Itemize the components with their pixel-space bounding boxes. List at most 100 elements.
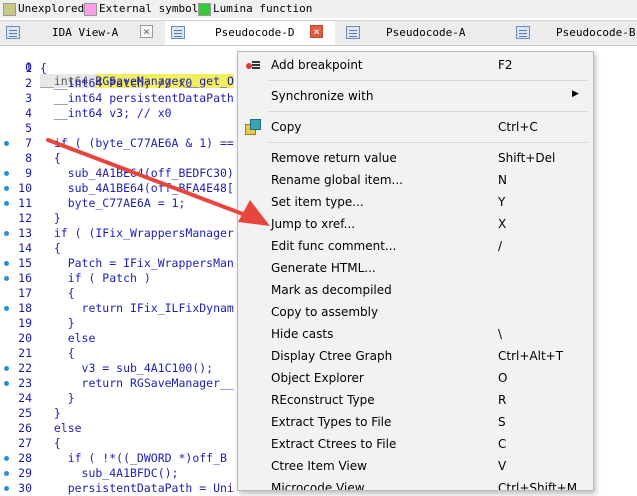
- code-text: return RGSaveManager__: [40, 376, 234, 390]
- line-number: 3: [25, 91, 32, 105]
- tab-pseudocode-a[interactable]: Pseudocode-A: [340, 21, 500, 45]
- menu-item-add-breakpoint[interactable]: Add breakpoint F2: [238, 54, 593, 76]
- line-number: 29: [18, 466, 32, 480]
- code-text: sub_4A1BFDC();: [40, 466, 179, 480]
- menu-separator: [268, 142, 588, 143]
- menu-item-extract-ctrees-to-file[interactable]: Extract Ctrees to File C: [238, 433, 593, 455]
- code-text: {: [40, 241, 61, 255]
- menu-item-label: Edit func comment...: [271, 239, 397, 253]
- menu-item-shortcut: V: [498, 459, 507, 473]
- submenu-arrow-icon: ▶: [572, 89, 579, 99]
- tab-ida-view-a[interactable]: IDA View-A ×: [0, 21, 165, 45]
- pseudocode-window-icon: [346, 26, 360, 39]
- menu-item-ctree-item-view[interactable]: Ctree Item View V: [238, 455, 593, 477]
- code-text: persistentDataPath = Uni: [40, 481, 234, 495]
- breakpoint-gutter-dot-icon[interactable]: [4, 456, 9, 461]
- menu-item-remove-return-value[interactable]: Remove return value Shift+Del: [238, 147, 593, 169]
- breakpoint-gutter-dot-icon[interactable]: [4, 276, 9, 281]
- close-tab-icon[interactable]: ×: [140, 25, 153, 38]
- menu-item-synchronize-with[interactable]: Synchronize with ▶: [238, 85, 593, 107]
- line-number: 4: [25, 106, 32, 120]
- menu-item-label: Synchronize with: [271, 89, 374, 103]
- menu-item-display-ctree-graph[interactable]: Display Ctree Graph Ctrl+Alt+T: [238, 345, 593, 367]
- legend-label-lumina-function: Lumina function: [213, 2, 313, 15]
- breakpoint-gutter-dot-icon[interactable]: [4, 201, 9, 206]
- menu-item-label: Jump to xref...: [271, 217, 356, 231]
- line-number: 12: [18, 211, 32, 225]
- menu-item-label: Set item type...: [271, 195, 364, 209]
- line-number: 11: [18, 196, 32, 210]
- line-number: 30: [18, 481, 32, 495]
- code-text: if ( Patch ): [40, 271, 151, 285]
- external-symbol-swatch: [84, 3, 97, 16]
- tab-pseudocode-b[interactable]: Pseudocode-B: [510, 21, 637, 45]
- legend-label-external-symbol: External symbol: [99, 2, 199, 15]
- code-text: }: [40, 391, 75, 405]
- menu-item-label: Microcode View: [271, 481, 365, 491]
- menu-item-edit-func-comment[interactable]: Edit func comment... /: [238, 235, 593, 257]
- menu-item-shortcut: R: [498, 393, 507, 407]
- breakpoint-gutter-dot-icon[interactable]: [4, 381, 9, 386]
- menu-item-generate-html[interactable]: Generate HTML...: [238, 257, 593, 279]
- code-text: if ( !*((_DWORD *)off_B: [40, 451, 227, 465]
- menu-item-hide-casts[interactable]: Hide casts \: [238, 323, 593, 345]
- context-menu: Add breakpoint F2 Synchronize with ▶ Copy Ctr…: [237, 51, 594, 491]
- menu-item-set-item-type[interactable]: Set item type... Y: [238, 191, 593, 213]
- menu-item-label: Ctree Item View: [271, 459, 367, 473]
- code-text: __int64 persistentDataPath: [40, 91, 234, 105]
- pseudocode-window-icon: [516, 26, 530, 39]
- menu-item-copy[interactable]: Copy Ctrl+C: [238, 116, 593, 138]
- line-number: 27: [18, 436, 32, 450]
- menu-item-label: Extract Ctrees to File: [271, 437, 397, 451]
- line-number: 2: [25, 76, 32, 90]
- menu-item-jump-to-xref[interactable]: Jump to xref... X: [238, 213, 593, 235]
- line-number: 9: [25, 166, 32, 180]
- line-number: 23: [18, 376, 32, 390]
- line-number: 25: [18, 406, 32, 420]
- breakpoint-gutter-dot-icon[interactable]: [4, 231, 9, 236]
- line-number: 7: [25, 136, 32, 150]
- code-text: if ( (IFix_WrappersManager: [40, 226, 234, 240]
- breakpoint-gutter-dot-icon[interactable]: [4, 261, 9, 266]
- menu-item-label: Extract Types to File: [271, 415, 392, 429]
- menu-item-extract-types-to-file[interactable]: Extract Types to File S: [238, 411, 593, 433]
- menu-item-object-explorer[interactable]: Object Explorer O: [238, 367, 593, 389]
- code-text: }: [40, 211, 61, 225]
- breakpoint-icon: [246, 58, 260, 72]
- line-number: 24: [18, 391, 32, 405]
- menu-item-label: Rename global item...: [271, 173, 403, 187]
- breakpoint-gutter-dot-icon[interactable]: [4, 471, 9, 476]
- menu-item-label: Object Explorer: [271, 371, 364, 385]
- breakpoint-gutter-dot-icon[interactable]: [4, 306, 9, 311]
- menu-item-label: Copy to assembly: [271, 305, 379, 319]
- menu-item-shortcut: S: [498, 415, 506, 429]
- breakpoint-gutter-dot-icon[interactable]: [4, 186, 9, 191]
- breakpoint-gutter-dot-icon[interactable]: [4, 366, 9, 371]
- line-number: 18: [18, 301, 32, 315]
- tab-label: Pseudocode-A: [386, 26, 466, 39]
- menu-item-shortcut: F2: [498, 58, 513, 72]
- line-number: 1: [25, 61, 32, 75]
- line-number: 17: [18, 286, 32, 300]
- menu-item-shortcut: Ctrl+Shift+M: [498, 481, 578, 491]
- menu-item-rename-global-item[interactable]: Rename global item... N: [238, 169, 593, 191]
- menu-item-reconstruct-type[interactable]: REconstruct Type R: [238, 389, 593, 411]
- code-text: Patch = IFix_WrappersMan: [40, 256, 234, 270]
- code-text: {: [40, 436, 61, 450]
- menu-item-mark-as-decompiled[interactable]: Mark as decompiled: [238, 279, 593, 301]
- breakpoint-gutter-dot-icon[interactable]: [4, 171, 9, 176]
- code-text: {: [40, 61, 47, 75]
- breakpoint-gutter-dot-icon[interactable]: [4, 141, 9, 146]
- menu-item-label: Remove return value: [271, 151, 397, 165]
- code-text: }: [40, 406, 61, 420]
- tab-pseudocode-d[interactable]: Pseudocode-D ×: [165, 21, 335, 45]
- code-text: sub_4A1BE64(off_BFA4E48[: [40, 181, 234, 195]
- lumina-function-swatch: [198, 3, 211, 16]
- menu-item-shortcut: Y: [498, 195, 506, 209]
- unexplored-swatch: [3, 3, 16, 16]
- line-number: 8: [25, 151, 32, 165]
- menu-item-copy-to-assembly[interactable]: Copy to assembly: [238, 301, 593, 323]
- close-tab-icon[interactable]: ×: [310, 25, 323, 38]
- line-number: 13: [18, 226, 32, 240]
- code-text: __int64 Patch; // x0: [40, 76, 193, 90]
